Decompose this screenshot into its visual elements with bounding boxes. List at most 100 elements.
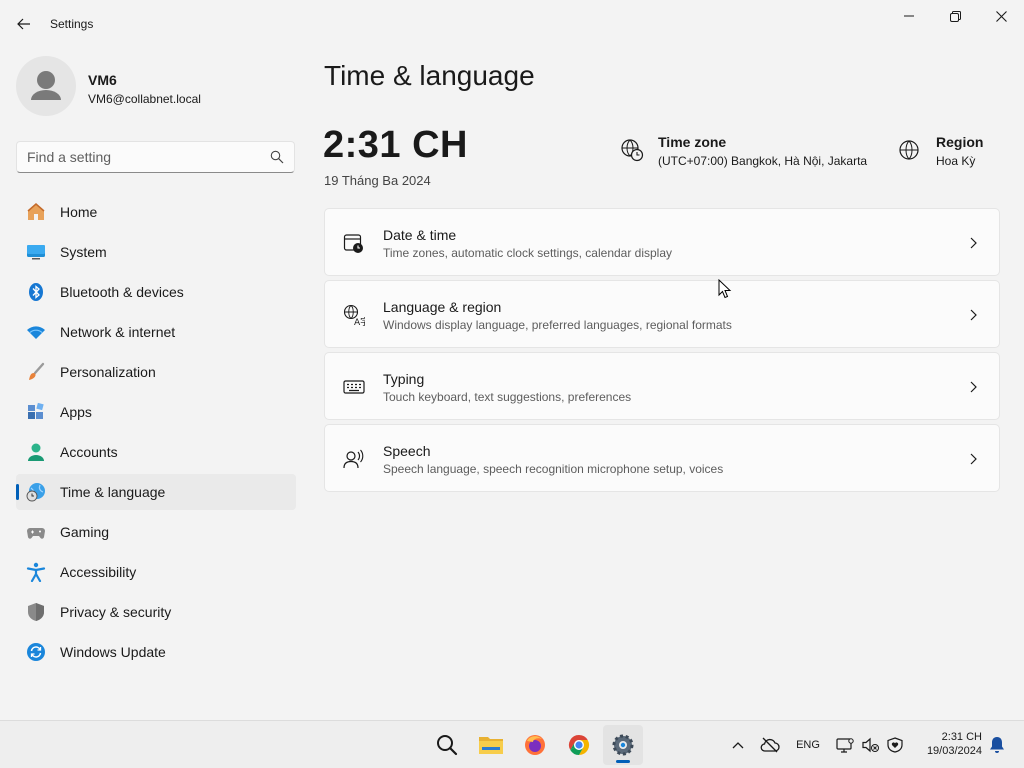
card-subtitle: Speech language, speech recognition micr…	[383, 462, 724, 476]
close-button[interactable]	[978, 0, 1024, 32]
taskbar-file-explorer[interactable]	[471, 725, 511, 765]
page-title: Time & language	[324, 60, 535, 91]
timezone-value: (UTC+07:00) Bangkok, Hà Nội, Jakarta	[658, 154, 868, 168]
search-input[interactable]	[27, 142, 267, 172]
speech-card[interactable]: Speech Speech language, speech recogniti…	[324, 424, 1000, 492]
input-language[interactable]: ENG	[792, 731, 824, 759]
settings-icon	[612, 734, 634, 756]
sidebar-item-label: Accessibility	[60, 564, 137, 580]
date-time-card[interactable]: Date & time Time zones, automatic clock …	[324, 208, 1000, 276]
title-bar: Settings	[0, 0, 1024, 48]
current-time: 2:31 CH	[323, 124, 468, 166]
sidebar-item-label: Privacy & security	[60, 604, 172, 620]
sidebar-item-windows-update[interactable]: Windows Update	[16, 634, 296, 670]
sidebar-nav: Home System Bluetooth & devices Network …	[16, 194, 296, 674]
profile-email: VM6@collabnet.local	[88, 92, 201, 106]
sidebar-item-home[interactable]: Home	[16, 194, 296, 230]
sidebar-item-network[interactable]: Network & internet	[16, 314, 296, 350]
sidebar-item-label: Personalization	[60, 364, 156, 380]
chrome-icon	[568, 734, 590, 756]
timezone-title: Time zone	[658, 134, 727, 150]
card-title: Language & region	[383, 299, 502, 315]
accounts-icon	[28, 443, 44, 461]
back-arrow-icon	[17, 18, 30, 30]
globe-clock-icon[interactable]	[620, 138, 644, 162]
sidebar-item-time-language[interactable]: Time & language	[16, 474, 296, 510]
sidebar-item-label: Accounts	[60, 444, 118, 460]
keyboard-icon	[343, 380, 365, 394]
update-icon	[27, 643, 45, 661]
sidebar-item-personalization[interactable]: Personalization	[16, 354, 296, 390]
restore-icon	[949, 10, 961, 22]
sidebar-item-accounts[interactable]: Accounts	[16, 434, 296, 470]
taskbar: ENG 2:31 CH 19/03/2024	[0, 720, 1024, 768]
sidebar-item-privacy[interactable]: Privacy & security	[16, 594, 296, 630]
card-title: Speech	[383, 443, 431, 459]
settings-search-box	[16, 141, 295, 173]
sidebar-item-label: Windows Update	[60, 644, 166, 660]
sidebar-item-label: Gaming	[60, 524, 110, 540]
notifications-button[interactable]	[986, 731, 1008, 759]
display-tray[interactable]	[834, 731, 856, 759]
globe-icon[interactable]	[898, 139, 920, 161]
chevron-up-icon	[732, 742, 744, 749]
back-button[interactable]	[12, 12, 36, 36]
clock-time: 2:31 CH	[941, 731, 982, 743]
taskbar-firefox[interactable]	[515, 725, 555, 765]
speech-icon	[343, 449, 364, 469]
profile-name: VM6	[88, 72, 117, 88]
gamepad-icon	[27, 528, 45, 539]
sidebar-item-label: Home	[60, 204, 98, 220]
user-icon	[31, 71, 61, 100]
shield-icon	[28, 603, 44, 621]
taskbar-clock[interactable]: 2:31 CH 19/03/2024	[912, 730, 982, 758]
firefox-icon	[525, 735, 545, 755]
volume-tray[interactable]	[860, 731, 882, 759]
file-explorer-icon	[479, 737, 503, 754]
cloud-offline-icon	[760, 737, 780, 753]
close-icon	[995, 10, 1007, 22]
search-icon	[437, 735, 458, 756]
card-subtitle: Touch keyboard, text suggestions, prefer…	[383, 390, 632, 404]
sidebar-item-label: Apps	[60, 404, 92, 420]
system-icon	[27, 245, 45, 260]
sidebar-item-label: System	[60, 244, 107, 260]
restore-button[interactable]	[932, 0, 978, 32]
bluetooth-icon	[29, 283, 43, 301]
taskbar-chrome[interactable]	[559, 725, 599, 765]
search-icon[interactable]	[270, 150, 284, 164]
mouse-cursor-icon	[718, 279, 732, 299]
sidebar-item-bluetooth[interactable]: Bluetooth & devices	[16, 274, 296, 310]
sidebar-item-apps[interactable]: Apps	[16, 394, 296, 430]
region-value: Hoa Kỳ	[936, 154, 976, 168]
svg-text:A字: A字	[354, 316, 365, 326]
brush-icon	[29, 362, 45, 380]
sidebar-item-accessibility[interactable]: Accessibility	[16, 554, 296, 590]
calendar-clock-icon	[343, 234, 363, 253]
home-icon	[27, 203, 45, 220]
chevron-right-icon	[970, 453, 977, 465]
chevron-right-icon	[970, 237, 977, 249]
language-region-card[interactable]: A字 Language & region Windows display lan…	[324, 280, 1000, 348]
minimize-icon	[904, 15, 914, 17]
sidebar-item-label: Bluetooth & devices	[60, 284, 184, 300]
minimize-button[interactable]	[886, 0, 932, 32]
sidebar-item-system[interactable]: System	[16, 234, 296, 270]
clock-date: 19/03/2024	[926, 745, 982, 757]
region-title: Region	[936, 134, 984, 150]
security-tray[interactable]	[884, 731, 906, 759]
taskbar-settings[interactable]	[603, 725, 643, 765]
sidebar-item-gaming[interactable]: Gaming	[16, 514, 296, 550]
current-date: 19 Tháng Ba 2024	[324, 173, 431, 188]
taskbar-search-button[interactable]	[427, 725, 467, 765]
avatar	[16, 56, 76, 116]
shield-heart-icon	[887, 737, 903, 753]
user-profile[interactable]: VM6 VM6@collabnet.local	[16, 56, 296, 118]
show-hidden-icons-button[interactable]	[728, 731, 748, 759]
onedrive-tray[interactable]	[758, 731, 782, 759]
wifi-icon	[27, 326, 45, 339]
typing-card[interactable]: Typing Touch keyboard, text suggestions,…	[324, 352, 1000, 420]
app-title: Settings	[50, 17, 94, 31]
sidebar-item-label: Time & language	[60, 484, 166, 500]
monitor-icon	[836, 738, 854, 753]
